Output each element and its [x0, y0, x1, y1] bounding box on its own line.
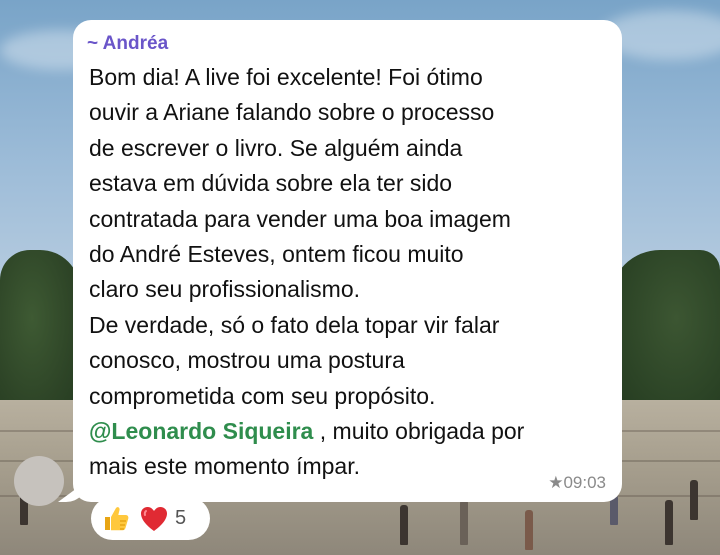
- reaction-count: 5: [175, 507, 187, 529]
- message-line: contratada para vender uma boa imagem: [89, 205, 511, 232]
- message-line: Bom dia! A live foi excelente! Foi ótimo: [89, 64, 483, 90]
- mention-link[interactable]: @Leonardo Siqueira: [89, 418, 313, 444]
- wallpaper-person: [665, 500, 673, 545]
- sender-avatar[interactable]: [14, 456, 64, 506]
- message-meta: ★09:03: [548, 473, 606, 493]
- message-line: estava em dúvida sobre ela ter sido: [89, 170, 453, 197]
- star-icon: ★: [548, 473, 564, 492]
- red-heart-emoji-icon: [139, 504, 169, 534]
- message-line: conosco, mostrou uma postura: [89, 347, 405, 374]
- wallpaper-person: [400, 505, 408, 545]
- mention-suffix: , muito obrigada por: [313, 418, 525, 445]
- message-bubble[interactable]: ~ Andréa Bom dia! A live foi excelente! …: [73, 20, 622, 502]
- message-line: comprometida com seu propósito.: [89, 382, 436, 409]
- message-time: 09:03: [563, 473, 606, 492]
- message-line: De verdade, só o fato dela topar vir fal…: [89, 311, 500, 338]
- wallpaper-person: [690, 480, 698, 520]
- message-line: do André Esteves, ontem ficou muito: [89, 241, 464, 268]
- sender-name[interactable]: ~ Andréa: [87, 32, 606, 56]
- wallpaper-person: [525, 510, 533, 550]
- message-line: claro seu profissionalismo.: [89, 276, 361, 303]
- thumbs-up-emoji-icon: [101, 504, 131, 534]
- message-line: ouvir a Ariane falando sobre o processo: [89, 99, 495, 126]
- message-text: Bom dia! A live foi excelente! Foi ótimo…: [89, 60, 606, 485]
- wallpaper-person: [460, 500, 468, 545]
- reactions-bar[interactable]: 5: [91, 497, 210, 540]
- wallpaper-trees-left: [0, 250, 80, 420]
- message-line: de escrever o livro. Se alguém ainda: [89, 134, 463, 161]
- message-line-mention: @Leonardo Siqueira , muito obrigada por: [89, 414, 606, 449]
- wallpaper-trees-right: [610, 250, 720, 420]
- message-line: mais este momento ímpar.: [89, 453, 360, 480]
